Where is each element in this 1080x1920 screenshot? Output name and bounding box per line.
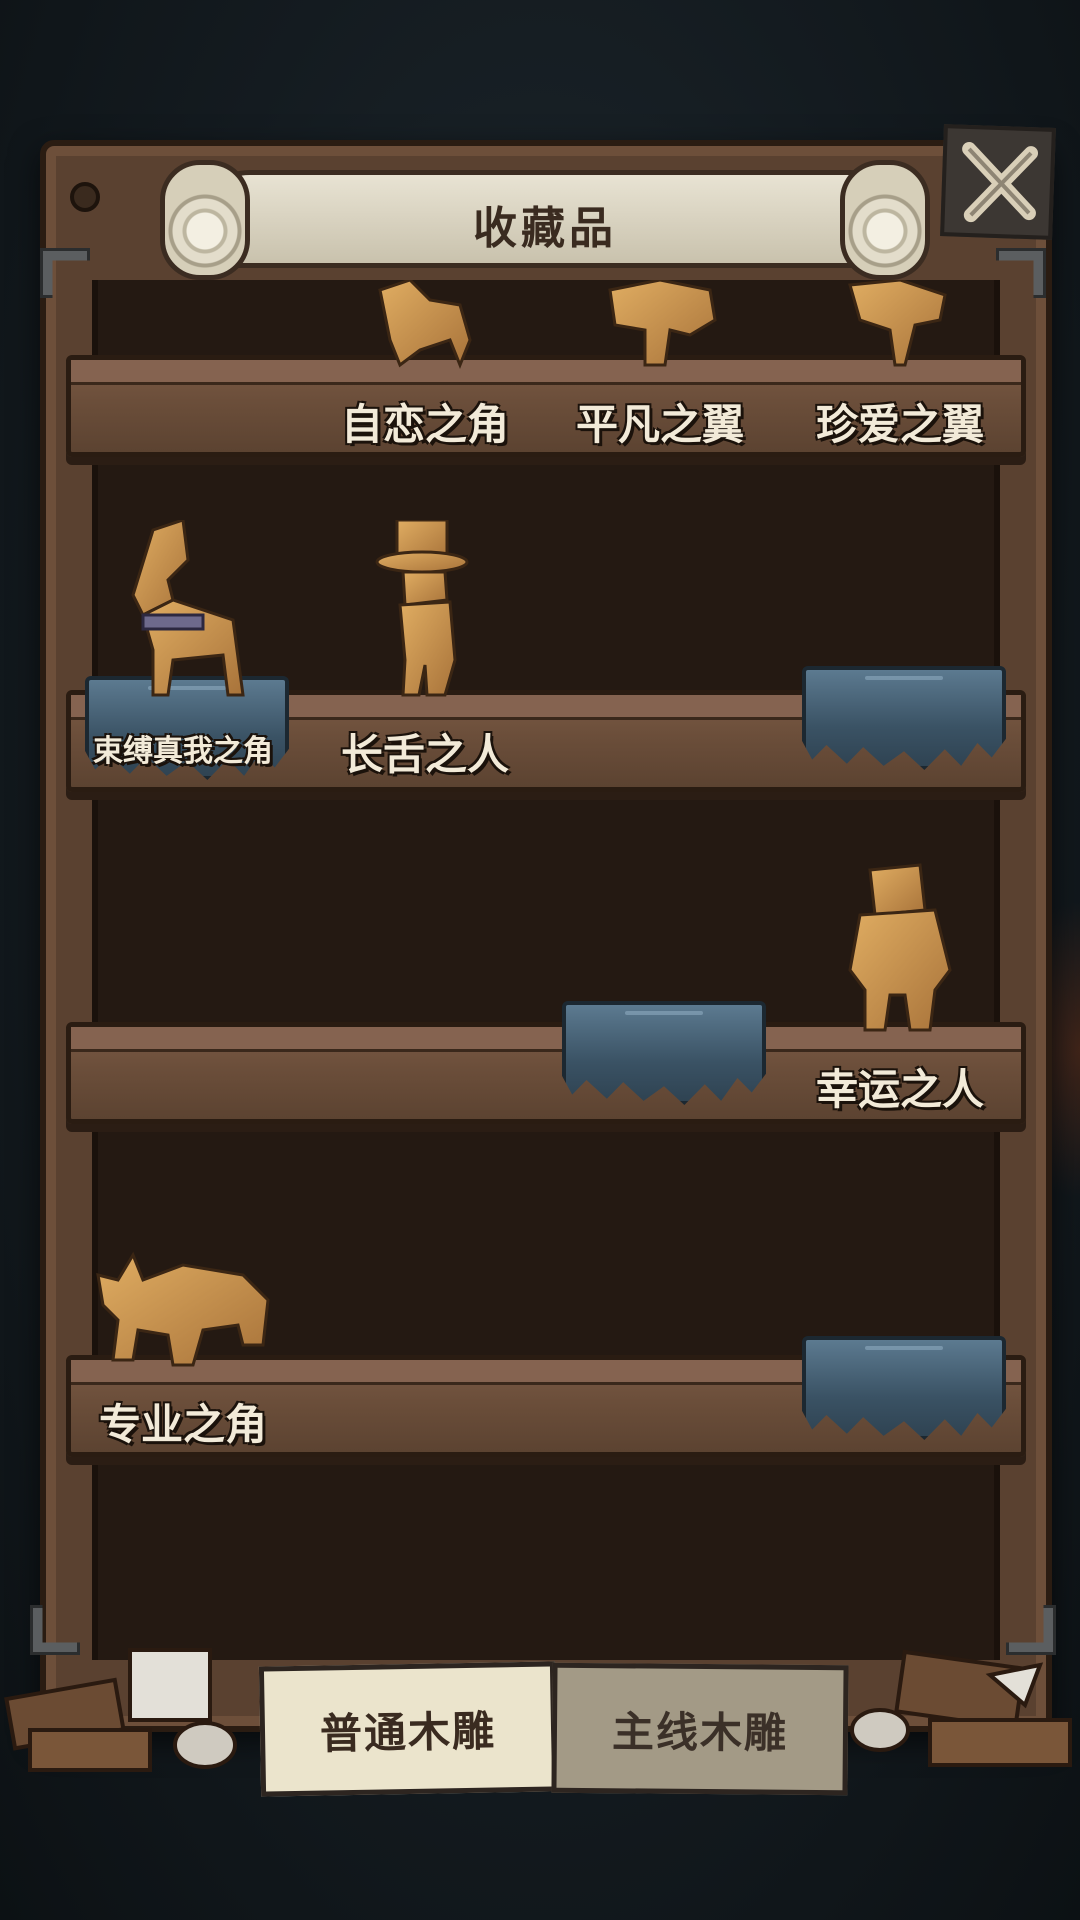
- item-label: 束缚真我之角: [93, 734, 273, 769]
- horned-dog-figure-icon: [131, 520, 245, 697]
- top-hat-man-figure-icon: [375, 520, 469, 697]
- chubby-man-figure-icon: [848, 863, 952, 1032]
- tab-main-carvings[interactable]: 主线木雕: [551, 1662, 849, 1796]
- tab-normal-carvings[interactable]: 普通木雕: [258, 1661, 558, 1797]
- item-label: 专业之角: [98, 1400, 267, 1449]
- collectible-slot[interactable]: 平凡之翼: [565, 150, 755, 450]
- winged-creature-figure-icon: [608, 280, 717, 367]
- bird-creature-figure-icon: [848, 280, 947, 367]
- collectible-slot[interactable]: 专业之角: [88, 1150, 278, 1450]
- item-label: 长舌之人: [340, 730, 509, 779]
- cloth-cover-icon: [802, 1336, 1006, 1440]
- locked-slot[interactable]: [802, 1150, 1006, 1450]
- item-label: 自恋之角: [340, 400, 509, 449]
- item-label: 幸运之人: [815, 1065, 984, 1114]
- item-label: 平凡之翼: [575, 400, 744, 449]
- wood-rubble-icon: [4, 1648, 237, 1772]
- bull-figure-icon: [96, 1251, 270, 1367]
- horned-creature-figure-icon: [378, 280, 472, 370]
- item-label: 珍爱之翼: [815, 400, 984, 449]
- collectible-slot[interactable]: 自恋之角: [330, 150, 520, 450]
- collectible-slot[interactable]: 长舌之人: [330, 480, 520, 780]
- nail-icon: [70, 182, 100, 212]
- collectible-slot[interactable]: 束缚真我之角: [85, 480, 289, 780]
- locked-slot[interactable]: [562, 815, 766, 1115]
- locked-slot[interactable]: [802, 480, 1006, 780]
- cloth-cover-icon: [562, 1001, 766, 1105]
- collectible-slot[interactable]: 珍爱之翼: [805, 150, 995, 450]
- wood-rubble-icon: [850, 1649, 1072, 1767]
- cloth-cover-icon: [802, 666, 1006, 770]
- collectible-slot[interactable]: 幸运之人: [805, 815, 995, 1115]
